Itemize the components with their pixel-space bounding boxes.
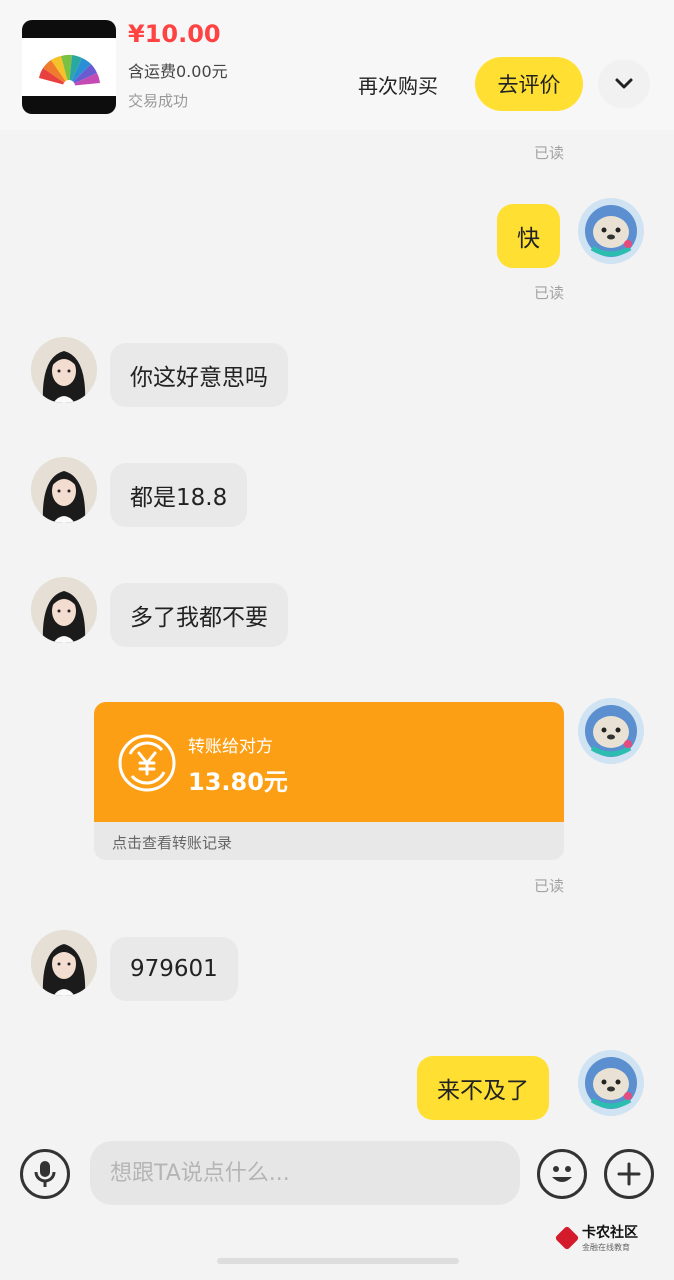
seal-avatar-icon: [578, 698, 644, 764]
message-bubble-out[interactable]: 快: [497, 204, 560, 268]
microphone-icon: [34, 1161, 56, 1187]
message-input[interactable]: [90, 1141, 520, 1205]
chat-input-bar: [0, 1130, 674, 1220]
thumb-bar-top: [22, 20, 116, 38]
emoji-button[interactable]: [537, 1149, 587, 1199]
contact-avatar[interactable]: [31, 930, 97, 996]
transfer-card-top: 转账给对方 13.80元: [94, 702, 564, 822]
seal-avatar-icon: [578, 198, 644, 264]
read-receipt: 已读: [533, 877, 564, 895]
contact-avatar[interactable]: [31, 577, 97, 643]
girl-avatar-icon: [31, 337, 97, 403]
transfer-record-link[interactable]: 点击查看转账记录: [112, 832, 232, 853]
review-button[interactable]: 去评价: [475, 57, 583, 111]
yen-transfer-icon: [118, 734, 176, 792]
watermark-logo-icon: [554, 1225, 580, 1250]
order-header: ¥10.00 含运费0.00元 交易成功 再次购买 去评价: [0, 0, 674, 130]
more-options-button[interactable]: [604, 1149, 654, 1199]
rebuy-button[interactable]: 再次购买: [332, 58, 464, 110]
watermark-text: 卡农社区 金融在线教育: [582, 1222, 638, 1253]
smiley-icon: [552, 1166, 572, 1182]
order-shipping: 含运费0.00元: [128, 62, 228, 81]
watermark-main: 卡农社区: [582, 1225, 638, 1241]
message-bubble-out[interactable]: 来不及了: [417, 1056, 549, 1120]
message-bubble-in[interactable]: 都是18.8: [110, 463, 248, 527]
thumb-bar-bottom: [22, 96, 116, 114]
product-thumbnail[interactable]: [22, 20, 116, 114]
order-price: ¥10.00: [128, 20, 221, 48]
transfer-card[interactable]: 转账给对方 13.80元 点击查看转账记录: [94, 702, 564, 860]
voice-button[interactable]: [20, 1149, 70, 1199]
my-avatar[interactable]: [578, 198, 644, 264]
message-bubble-in[interactable]: 你这好意思吗: [110, 343, 288, 407]
watermark-sub: 金融在线教育: [582, 1243, 630, 1252]
transfer-title: 转账给对方: [188, 737, 273, 757]
message-bubble-in[interactable]: 979601: [110, 937, 238, 1001]
expand-button[interactable]: [598, 60, 650, 108]
read-receipt: 已读: [533, 144, 564, 162]
transfer-amount: 13.80元: [188, 768, 288, 796]
read-receipt: 已读: [533, 284, 564, 302]
home-indicator[interactable]: [217, 1258, 459, 1264]
girl-avatar-icon: [31, 457, 97, 523]
girl-avatar-icon: [31, 930, 97, 996]
watermark: 卡农社区 金融在线教育: [554, 1222, 638, 1253]
contact-avatar[interactable]: [31, 337, 97, 403]
order-status: 交易成功: [128, 92, 189, 110]
chevron-down-icon: [615, 78, 633, 89]
girl-avatar-icon: [31, 577, 97, 643]
plus-icon: [617, 1162, 641, 1186]
my-avatar[interactable]: [578, 1050, 644, 1116]
my-avatar[interactable]: [578, 698, 644, 764]
product-logo-icon: [39, 54, 100, 92]
contact-avatar[interactable]: [31, 457, 97, 523]
message-bubble-in[interactable]: 多了我都不要: [110, 583, 288, 647]
seal-avatar-icon: [578, 1050, 644, 1116]
